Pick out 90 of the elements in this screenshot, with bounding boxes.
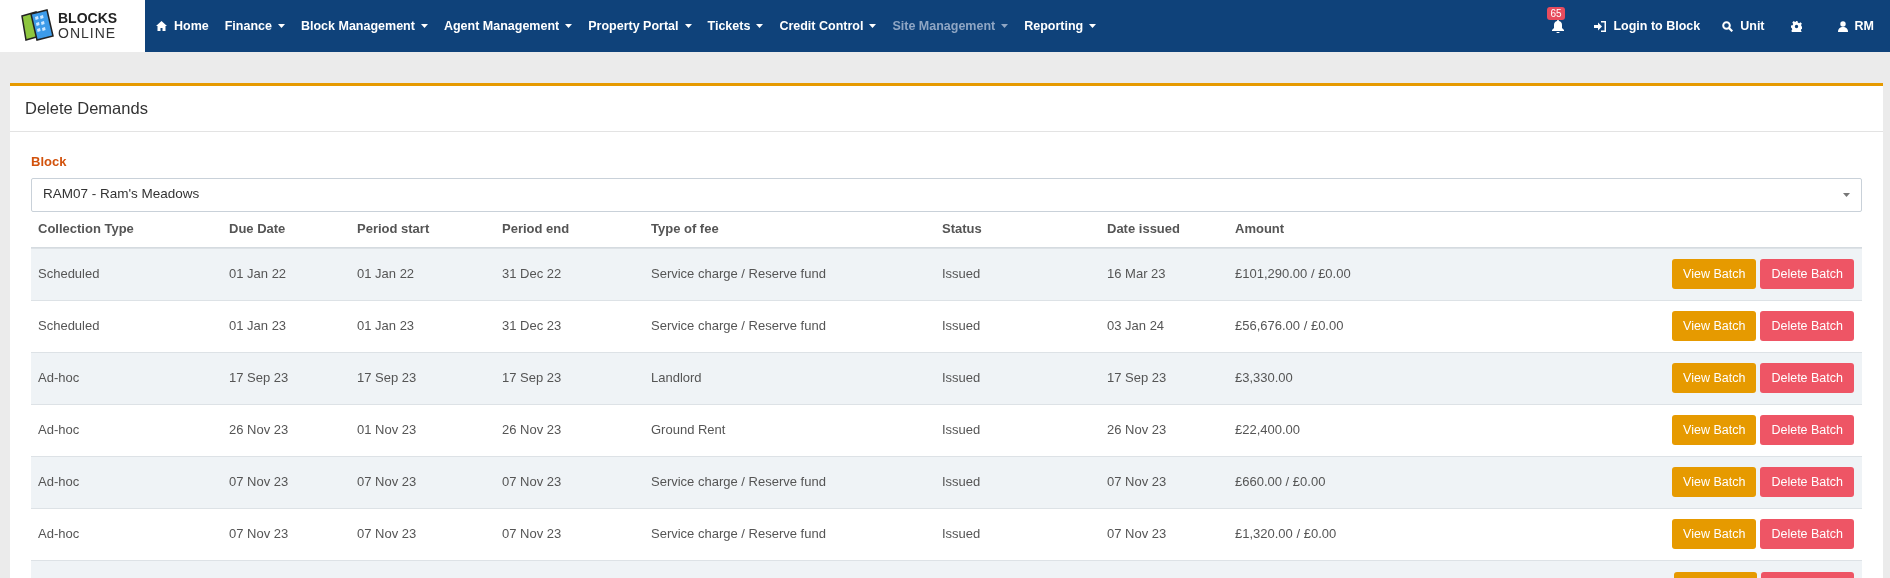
table-cell-text: 31 Dec 22 <box>501 265 563 284</box>
table-cell-text: Service charge / Reserve fund <box>650 473 827 492</box>
settings-icon[interactable] <box>1790 20 1802 32</box>
logo-text: ONLINE <box>58 26 118 41</box>
table-cell-text: 16 Mar 23 <box>1106 265 1167 284</box>
nav-menu-item[interactable]: Agent Management <box>435 0 581 52</box>
table-cell-text: 07 Nov 23 <box>228 473 290 492</box>
login-to-block-link[interactable]: Login to Block <box>1594 16 1701 36</box>
table-cell-text: £1,320.00 / £0.00 <box>1234 525 1338 544</box>
caret-icon <box>756 24 764 28</box>
table-cell-text: 07 Nov 23 <box>356 525 418 544</box>
caret-icon <box>869 24 877 28</box>
table-cell-text: Service charge / Reserve fund <box>650 265 827 284</box>
nav-menu-item[interactable]: Reporting <box>1016 0 1105 52</box>
table-cell-text: Issued <box>941 317 982 336</box>
column-header: Amount <box>1234 220 1286 239</box>
table-cell-text: Issued <box>941 525 982 544</box>
caret-icon <box>565 24 573 28</box>
column-header: Period end <box>501 220 571 239</box>
table-cell-text: 17 Sep 23 <box>228 369 290 388</box>
table-cell-text: Ground Rent <box>650 421 727 440</box>
table-cell-text: 26 Nov 23 <box>501 421 563 440</box>
table-cell-text: £56,676.00 / £0.00 <box>1234 317 1345 336</box>
table-cell-text: 07 Nov 23 <box>1106 525 1168 544</box>
table-cell-text: £660.00 / £0.00 <box>1234 473 1327 492</box>
nav-menu-item[interactable]: Property Portal <box>580 0 700 52</box>
table-cell-text: 07 Nov 23 <box>228 525 290 544</box>
nav-menu-item[interactable]: Tickets <box>699 0 772 52</box>
table-cell-text: 26 Nov 23 <box>1106 421 1168 440</box>
table-cell-text: Scheduled <box>37 317 101 336</box>
bell-icon[interactable] <box>1552 19 1565 33</box>
block-select[interactable]: RAM07 - Ram's Meadows <box>31 177 1862 212</box>
nav-menu-item[interactable]: Block Management <box>293 0 436 52</box>
table-cell-text: 07 Nov 23 <box>501 525 563 544</box>
caret-icon <box>420 24 428 28</box>
table-cell-text: 17 Sep 23 <box>356 369 418 388</box>
table-cell-text: 07 Nov 23 <box>501 473 563 492</box>
table-cell-text: Issued <box>941 265 982 284</box>
table-cell-text: £22,400.00 <box>1234 421 1302 440</box>
logo[interactable]: BLOCKS ONLINE <box>0 0 145 52</box>
table-cell-text: 26 Nov 23 <box>228 421 290 440</box>
table-cell-text: Ad-hoc <box>37 369 81 388</box>
caret-icon <box>1089 24 1097 28</box>
table-cell-text: 07 Nov 23 <box>1106 473 1168 492</box>
table-cell-text: 01 Nov 23 <box>356 421 418 440</box>
table-cell-text: Landlord <box>650 369 703 388</box>
table-cell-text: Ad-hoc <box>37 525 81 544</box>
nav-menu-item[interactable]: Home <box>148 0 217 52</box>
table-cell-text: 17 Sep 23 <box>501 369 563 388</box>
home-icon <box>156 21 167 31</box>
table-cell-text: 01 Jan 23 <box>228 317 288 336</box>
caret-icon <box>1001 24 1009 28</box>
buildings-icon <box>20 8 56 44</box>
table-cell-text: 03 Jan 24 <box>1106 317 1166 336</box>
user-icon <box>1837 20 1848 32</box>
nav-menu-item[interactable]: Finance <box>216 0 293 52</box>
column-header: Period start <box>356 220 431 239</box>
table-cell-text: 01 Jan 22 <box>356 265 416 284</box>
table-cell-text: Issued <box>941 473 982 492</box>
table-cell-text: 01 Jan 22 <box>228 265 288 284</box>
table-cell-text: Issued <box>941 369 982 388</box>
column-header: Date issued <box>1106 220 1181 239</box>
table-cell-text: Ad-hoc <box>37 473 81 492</box>
panel-title: Delete Demands <box>25 98 148 120</box>
search-icon <box>1722 20 1734 32</box>
column-header: Status <box>941 220 983 239</box>
column-header: Due Date <box>228 220 287 239</box>
notification-count-badge: 65 <box>1547 6 1565 20</box>
table-cell-text: Service charge / Reserve fund <box>650 525 827 544</box>
table-cell-text: 01 Jan 23 <box>356 317 416 336</box>
nav-menu-item[interactable]: Credit Control <box>771 0 885 52</box>
table-cell-text: Issued <box>941 421 982 440</box>
caret-icon <box>278 24 285 28</box>
unit-search-link[interactable]: Unit <box>1722 16 1765 36</box>
logo-text: BLOCKS <box>58 11 118 26</box>
table-cell-text: £101,290.00 / £0.00 <box>1234 265 1352 284</box>
column-header: Type of fee <box>650 220 720 239</box>
column-header: Collection Type <box>37 220 135 239</box>
caret-icon <box>684 24 692 28</box>
table-cell-text: 31 Dec 23 <box>501 317 563 336</box>
table-cell-text: £3,330.00 <box>1234 369 1294 388</box>
table-cell-text: 07 Nov 23 <box>356 473 418 492</box>
field-label: Block <box>31 153 68 171</box>
table-cell-text: Ad-hoc <box>37 421 81 440</box>
caret-icon <box>1843 192 1850 197</box>
table-cell-text: 17 Sep 23 <box>1106 369 1168 388</box>
table-cell-text: Scheduled <box>37 265 101 284</box>
table-cell-text: Service charge / Reserve fund <box>650 317 827 336</box>
user-menu-link[interactable]: RM <box>1837 16 1874 36</box>
sign-in-icon <box>1594 20 1607 32</box>
